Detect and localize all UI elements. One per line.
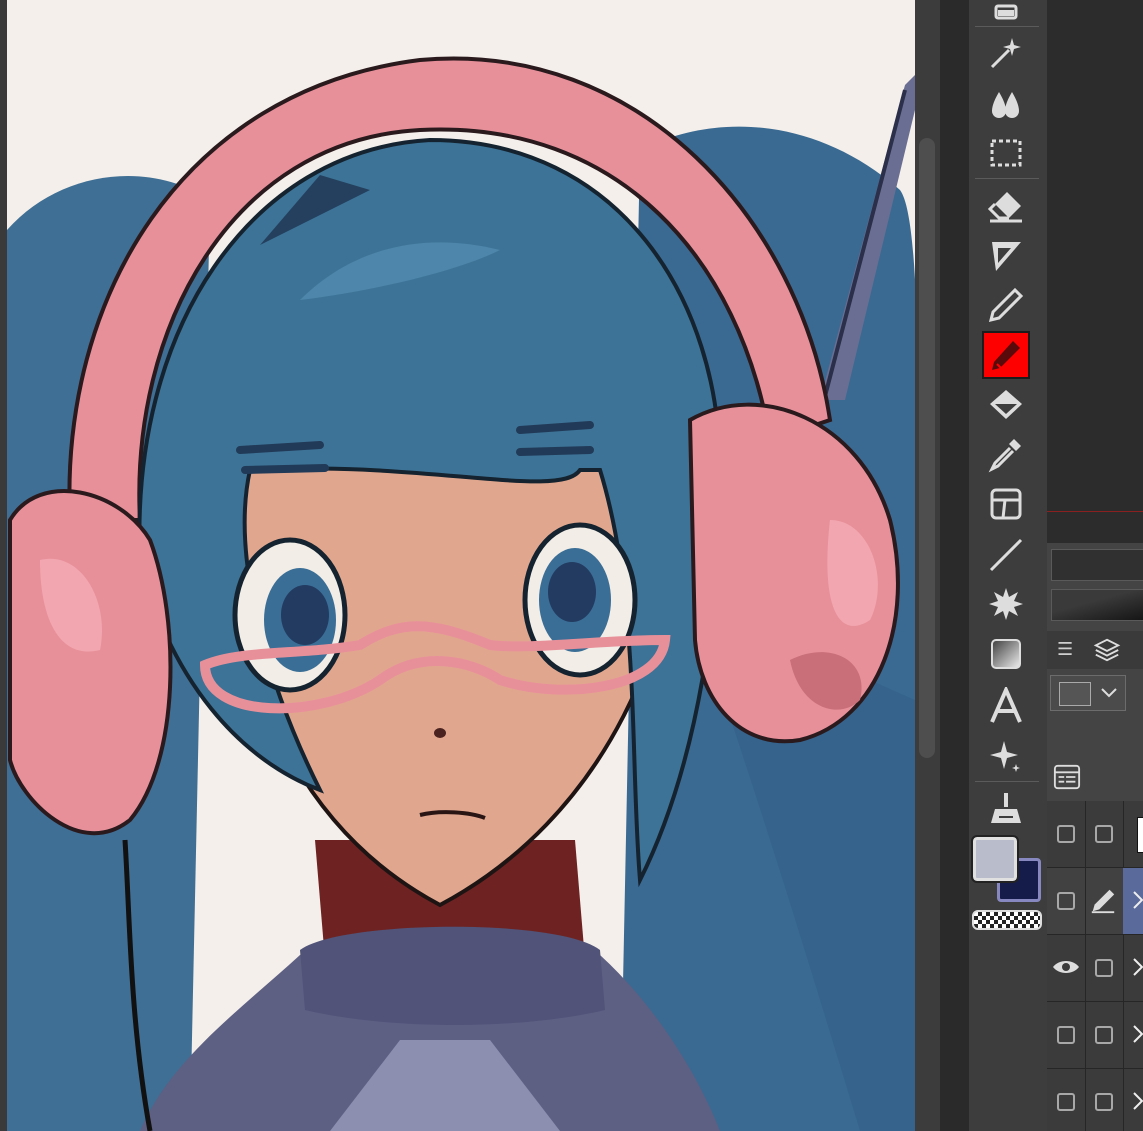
marquee-icon <box>990 139 1022 167</box>
column-divider <box>1085 935 1086 1001</box>
frame-border-tool[interactable] <box>983 481 1029 527</box>
panel-menu-icon[interactable]: ☰ <box>1057 641 1073 659</box>
sparkle-icon <box>990 741 1020 772</box>
frame-icon <box>990 488 1022 520</box>
column-divider <box>1085 868 1086 934</box>
paint-bucket-icon <box>990 390 1022 419</box>
magic-wand-icon <box>990 38 1021 69</box>
layer-panel-tabs: ☰ <box>1047 631 1143 669</box>
tool-divider <box>975 26 1039 27</box>
chevron-down-icon <box>1101 688 1117 698</box>
eraser-icon <box>987 192 1022 223</box>
column-divider <box>1123 801 1124 867</box>
pencil-icon <box>988 287 1024 323</box>
burst-icon <box>989 588 1023 620</box>
expand-chevron-icon[interactable] <box>1133 957 1143 977</box>
layer-panel: ☰ <box>1047 543 1143 1131</box>
layer-row[interactable] <box>1047 801 1143 868</box>
layer-thumbnail <box>1137 817 1143 853</box>
visibility-checkbox[interactable] <box>1057 1026 1075 1044</box>
object-select-tool[interactable] <box>983 0 1029 32</box>
blend-mode-dropdown[interactable] <box>1050 675 1126 711</box>
gradient-tool[interactable] <box>983 631 1029 677</box>
expand-chevron-icon[interactable] <box>1133 890 1143 910</box>
drawing-canvas[interactable] <box>0 0 915 1131</box>
panel-separator <box>1047 511 1143 512</box>
line-icon <box>989 538 1023 572</box>
transparent-color-swatch[interactable] <box>972 910 1042 930</box>
artwork <box>0 0 915 1131</box>
layer-row-selected[interactable] <box>1047 868 1143 935</box>
layers-tab-icon[interactable] <box>1093 636 1121 664</box>
pencil-tool[interactable] <box>983 282 1029 328</box>
pen-icon <box>992 341 1020 370</box>
layer-preview-slot[interactable] <box>1051 589 1143 621</box>
fill-tool[interactable] <box>983 382 1029 428</box>
auto-select-tool[interactable] <box>983 30 1029 76</box>
eyedropper-icon <box>988 439 1021 473</box>
tool-palette <box>969 0 1047 1131</box>
visibility-checkbox[interactable] <box>1057 892 1075 910</box>
lock-checkbox[interactable] <box>1095 1093 1113 1111</box>
expand-chevron-icon[interactable] <box>1133 1024 1143 1044</box>
column-divider <box>1085 1002 1086 1068</box>
text-tool[interactable] <box>983 683 1029 729</box>
layer-row[interactable] <box>1047 1069 1143 1131</box>
column-divider <box>1085 801 1086 867</box>
eyedropper-tool[interactable] <box>983 431 1029 477</box>
lasso-fill-tool[interactable] <box>983 233 1029 279</box>
visibility-checkbox[interactable] <box>1057 1093 1075 1111</box>
tool-divider <box>975 781 1039 782</box>
blend-swatch <box>1059 682 1091 706</box>
sparkle-tool[interactable] <box>983 733 1029 779</box>
visibility-checkbox[interactable] <box>1057 825 1075 843</box>
blend-drops-icon <box>992 92 1019 118</box>
tool-divider <box>975 178 1039 179</box>
triangle-fill-icon <box>992 242 1021 271</box>
object-select-icon <box>994 4 1018 20</box>
layer-row[interactable] <box>1047 935 1143 1002</box>
column-divider <box>1123 1002 1124 1068</box>
cleanup-tool[interactable] <box>983 785 1029 831</box>
main-color-swatch[interactable] <box>971 835 1019 883</box>
scrollbar-thumb[interactable] <box>919 138 935 758</box>
layer-row[interactable] <box>1047 1002 1143 1069</box>
rect-select-tool[interactable] <box>983 130 1029 176</box>
eraser-tool[interactable] <box>983 183 1029 229</box>
blend-tool[interactable] <box>983 80 1029 126</box>
right-panel: ☰ <box>1047 0 1143 1131</box>
expand-chevron-icon[interactable] <box>1133 1091 1143 1111</box>
canvas-vertical-scrollbar[interactable] <box>915 0 940 1131</box>
text-icon <box>990 687 1022 723</box>
layer-property-slot[interactable] <box>1051 549 1143 581</box>
panel-divider <box>940 0 969 1131</box>
column-divider <box>1123 1069 1124 1131</box>
eye-icon[interactable] <box>1051 957 1081 977</box>
decoration-tool[interactable] <box>983 581 1029 627</box>
pen-tool[interactable] <box>982 331 1030 379</box>
broom-icon <box>991 793 1021 823</box>
lock-checkbox[interactable] <box>1095 959 1113 977</box>
column-divider <box>1085 1069 1086 1131</box>
lock-checkbox[interactable] <box>1095 825 1113 843</box>
lock-checkbox[interactable] <box>1095 1026 1113 1044</box>
edit-pen-icon <box>1091 889 1115 914</box>
gradient-icon <box>991 639 1021 669</box>
column-divider <box>1123 935 1124 1001</box>
line-tool[interactable] <box>983 532 1029 578</box>
layer-list-icon[interactable] <box>1053 763 1081 791</box>
